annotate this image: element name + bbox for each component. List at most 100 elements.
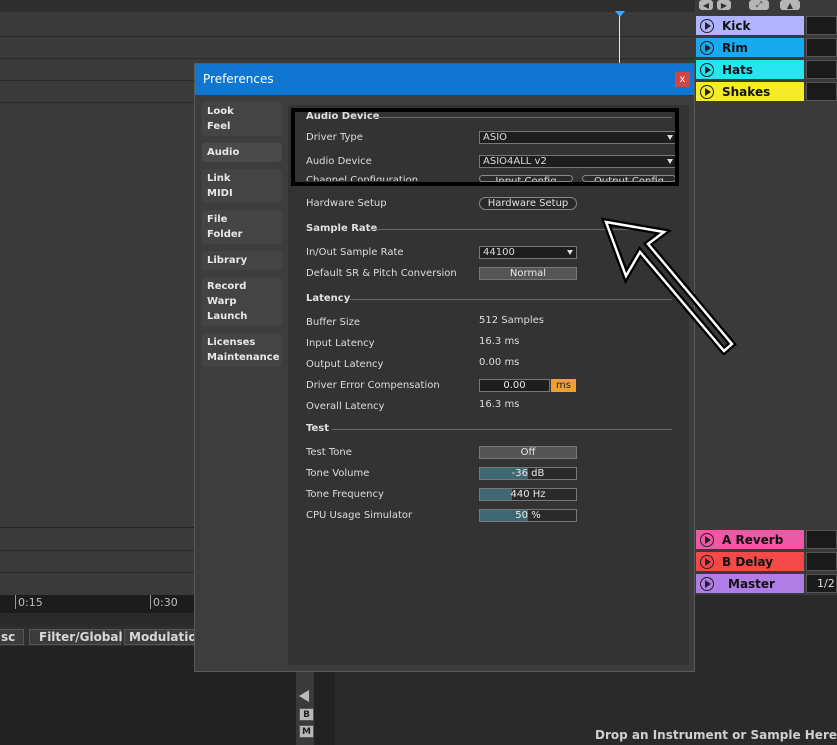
slider-fill bbox=[480, 489, 512, 500]
return-track-b-delay[interactable]: B Delay bbox=[696, 552, 804, 571]
return-track-a-reverb[interactable]: A Reverb bbox=[696, 530, 804, 549]
chevron-down-icon bbox=[567, 250, 573, 255]
tone-frequency-label: Tone Frequency bbox=[306, 489, 384, 500]
collapse-arrow-icon[interactable] bbox=[299, 690, 309, 702]
tone-frequency-slider[interactable]: 440 Hz bbox=[479, 488, 577, 501]
track-shakes[interactable]: Shakes bbox=[696, 82, 804, 101]
track-slot[interactable] bbox=[806, 82, 837, 101]
output-latency-value: 0.00 ms bbox=[479, 357, 520, 368]
inout-sample-rate-select[interactable]: 44100 bbox=[479, 246, 577, 259]
expand-icon[interactable]: ⤢ bbox=[749, 0, 769, 10]
track-divider bbox=[0, 36, 695, 37]
nav-label: Look bbox=[207, 106, 234, 117]
test-tone-toggle[interactable]: Off bbox=[479, 446, 577, 459]
b-button[interactable]: B bbox=[299, 708, 314, 721]
annotation-arrow-icon bbox=[600, 217, 737, 355]
device-tab-modulation[interactable]: Modulatio bbox=[124, 629, 197, 645]
buffer-size-value[interactable]: 512 Samples bbox=[479, 315, 544, 326]
track-name: B Delay bbox=[722, 554, 774, 569]
nav-look-feel[interactable]: Look Feel bbox=[202, 102, 282, 136]
nav-record-warp-launch[interactable]: Record Warp Launch bbox=[202, 277, 282, 326]
play-icon[interactable] bbox=[700, 62, 714, 77]
nav-link-midi[interactable]: Link MIDI bbox=[202, 169, 282, 203]
nav-audio[interactable]: Audio bbox=[202, 143, 282, 162]
track-slot[interactable] bbox=[806, 60, 837, 79]
track-hats[interactable]: Hats bbox=[696, 60, 804, 79]
nav-library[interactable]: Library bbox=[202, 251, 282, 270]
hardware-setup-button[interactable]: Hardware Setup bbox=[479, 197, 577, 210]
play-icon[interactable] bbox=[700, 554, 714, 569]
cpu-usage-label: CPU Usage Simulator bbox=[306, 510, 413, 521]
audio-settings-panel: Audio Device Driver Type ASIO Audio Devi… bbox=[288, 105, 689, 665]
play-icon[interactable] bbox=[700, 40, 714, 55]
nav-label: Record bbox=[207, 281, 247, 292]
nav-label: Licenses bbox=[207, 337, 256, 348]
hardware-setup-label: Hardware Setup bbox=[306, 198, 387, 209]
track-name: Shakes bbox=[722, 84, 771, 99]
nav-licenses-maintenance[interactable]: Licenses Maintenance bbox=[202, 333, 282, 367]
m-button[interactable]: M bbox=[299, 725, 314, 738]
driver-error-comp-field[interactable]: 0.00 bbox=[479, 379, 550, 392]
device-tab-label: sc bbox=[1, 630, 16, 644]
overall-latency-value: 16.3 ms bbox=[479, 399, 520, 410]
master-value[interactable]: 1/2 bbox=[806, 574, 837, 593]
device-tab-label: Filter/Global bbox=[39, 630, 123, 644]
track-name: Master bbox=[728, 576, 775, 591]
play-icon[interactable] bbox=[700, 84, 714, 99]
playhead-marker-icon[interactable] bbox=[615, 11, 625, 17]
annotation-highlight-box bbox=[291, 108, 679, 186]
slider-value: 440 Hz bbox=[510, 489, 546, 500]
device-tab-filter-global[interactable]: Filter/Global bbox=[29, 629, 123, 645]
nav-label: Warp bbox=[207, 296, 237, 307]
play-icon[interactable] bbox=[700, 532, 714, 547]
nav-label: Audio bbox=[207, 147, 240, 158]
input-latency-label: Input Latency bbox=[306, 338, 375, 349]
play-icon[interactable] bbox=[700, 576, 714, 591]
track-rim[interactable]: Rim bbox=[696, 38, 804, 57]
nav-label: Folder bbox=[207, 229, 243, 240]
device-tab[interactable]: sc bbox=[0, 629, 24, 645]
dialog-title: Preferences bbox=[203, 72, 274, 86]
tone-volume-slider[interactable]: -36 dB bbox=[479, 467, 577, 480]
ableton-window: 0:15 0:30 sc Filter/Global Modulatio Dro… bbox=[0, 0, 837, 745]
track-slot[interactable] bbox=[806, 38, 837, 57]
track-slot[interactable] bbox=[806, 16, 837, 35]
forward-icon[interactable]: ▶ bbox=[717, 0, 731, 10]
drop-hint: Drop an Instrument or Sample Here bbox=[595, 728, 837, 742]
track-divider bbox=[0, 58, 695, 59]
nav-label: Feel bbox=[207, 121, 231, 132]
input-latency-value: 16.3 ms bbox=[479, 336, 520, 347]
section-sample-rate: Sample Rate bbox=[306, 223, 378, 234]
track-kick[interactable]: Kick bbox=[696, 16, 804, 35]
dialog-titlebar[interactable]: Preferences x bbox=[195, 64, 694, 95]
track-name: Rim bbox=[722, 40, 748, 55]
nav-label: Maintenance bbox=[207, 352, 280, 363]
track-name: A Reverb bbox=[722, 532, 784, 547]
track-slot[interactable] bbox=[806, 530, 837, 549]
driver-error-comp-label: Driver Error Compensation bbox=[306, 380, 440, 391]
tone-volume-label: Tone Volume bbox=[306, 468, 370, 479]
close-button[interactable]: x bbox=[675, 72, 690, 87]
output-latency-label: Output Latency bbox=[306, 359, 384, 370]
time-mark: 0:15 bbox=[18, 596, 43, 609]
slider-value: 50 % bbox=[515, 510, 541, 521]
time-tick bbox=[150, 595, 151, 609]
track-name: Hats bbox=[722, 62, 754, 77]
back-icon[interactable]: ◀ bbox=[699, 0, 713, 10]
ms-unit-badge[interactable]: ms bbox=[551, 379, 576, 392]
time-tick bbox=[15, 595, 16, 609]
arrangement-header bbox=[0, 0, 695, 12]
test-tone-label: Test Tone bbox=[306, 447, 352, 458]
playhead-line bbox=[619, 12, 620, 67]
default-sr-select[interactable]: Normal bbox=[479, 267, 577, 280]
nav-label: File bbox=[207, 214, 228, 225]
track-slot[interactable] bbox=[806, 552, 837, 571]
preferences-dialog: Preferences x Look Feel Audio Link MIDI … bbox=[194, 63, 695, 672]
default-sr-label: Default SR & Pitch Conversion bbox=[306, 268, 457, 279]
lock-icon[interactable]: ▲ bbox=[780, 0, 800, 10]
nav-label: Link bbox=[207, 173, 231, 184]
play-icon[interactable] bbox=[700, 18, 714, 33]
cpu-usage-slider[interactable]: 50 % bbox=[479, 509, 577, 522]
master-track[interactable]: Master bbox=[696, 574, 804, 593]
nav-file-folder[interactable]: File Folder bbox=[202, 210, 282, 244]
